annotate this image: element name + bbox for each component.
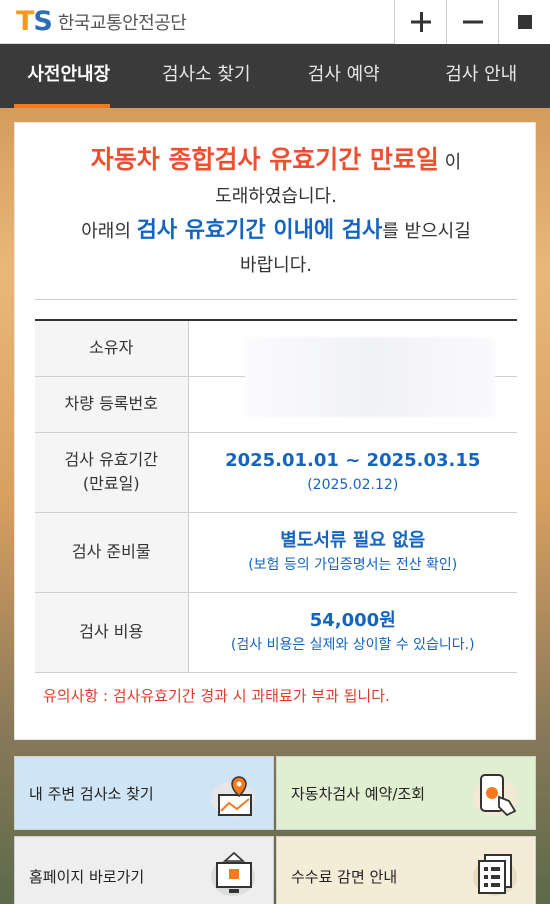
notice-message: 자동차 종합검사 유효기간 만료일 이 도래하였습니다. 아래의 검사 유효기간… xyxy=(15,143,537,283)
prep-main: 별도서류 필요 없음 xyxy=(280,530,426,551)
notice-card: 자동차 종합검사 유효기간 만료일 이 도래하였습니다. 아래의 검사 유효기간… xyxy=(14,122,536,740)
tab-reservation[interactable]: 검사 예약 xyxy=(275,44,413,108)
table-row: 검사 준비물 별도서류 필요 없음 (보험 등의 가입증명서는 전산 확인) xyxy=(35,512,517,593)
tile-label: 내 주변 검사소 찾기 xyxy=(29,784,154,803)
table-row: 검사 비용 54,000원 (검사 비용은 실제와 상이할 수 있습니다.) xyxy=(35,592,517,673)
validity-label: 검사 유효기간 (만료일) xyxy=(35,432,189,513)
stop-button[interactable] xyxy=(498,0,550,44)
fee-label: 검사 비용 xyxy=(35,592,189,673)
prep-label: 검사 준비물 xyxy=(35,512,189,593)
fee-sub: (검사 비용은 실제와 상이할 수 있습니다.) xyxy=(230,637,475,653)
divider xyxy=(35,299,517,300)
notice-text: 도래하였습니다. xyxy=(215,186,337,207)
prep-value: 별도서류 필요 없음 (보험 등의 가입증명서는 전산 확인) xyxy=(188,512,517,593)
top-bar: TS 한국교통안전공단 xyxy=(0,0,550,44)
notice-text: 를 받으시길 xyxy=(382,221,471,242)
window-controls xyxy=(394,0,550,44)
tab-find-station[interactable]: 검사소 찾기 xyxy=(138,44,276,108)
redacted-personal-info xyxy=(245,337,495,417)
validity-label-line: (만료일) xyxy=(82,474,140,493)
logo[interactable]: TS 한국교통안전공단 xyxy=(0,0,187,44)
fee-discount-guide-button[interactable]: 수수료 감면 안내 xyxy=(276,836,536,904)
prep-sub: (보험 등의 가입증명서는 전산 확인) xyxy=(248,557,458,573)
square-icon xyxy=(517,15,532,29)
tile-label: 자동차검사 예약/조회 xyxy=(291,784,426,803)
notice-text: 바랍니다. xyxy=(240,255,312,276)
zoom-out-button[interactable] xyxy=(446,0,498,44)
table-row: 검사 유효기간 (만료일) 2025.01.01 ~ 2025.03.15 (2… xyxy=(35,432,517,513)
map-pin-icon xyxy=(211,776,255,817)
validity-range: 2025.01.01 ~ 2025.03.15 xyxy=(225,450,481,471)
tab-inspection-guide[interactable]: 검사 안내 xyxy=(413,44,550,108)
plus-icon xyxy=(410,12,431,32)
fee-main: 54,000원 xyxy=(309,610,396,631)
tab-preview-notice[interactable]: 사전안내장 xyxy=(0,44,138,108)
zoom-in-button[interactable] xyxy=(394,0,446,44)
homepage-link-button[interactable]: 홈페이지 바로가기 xyxy=(14,836,274,904)
plate-label: 차량 등록번호 xyxy=(35,376,189,433)
inspection-reservation-button[interactable]: 자동차검사 예약/조회 xyxy=(276,756,536,830)
warning-text: 유의사항 : 검사유효기간 경과 시 과태료가 부과 됩니다. xyxy=(43,687,390,705)
logo-mark: TS xyxy=(16,6,53,37)
validity-value: 2025.01.01 ~ 2025.03.15 (2025.02.12) xyxy=(188,432,517,513)
main-nav: 사전안내장 검사소 찾기 검사 예약 검사 안내 xyxy=(0,44,550,108)
validity-expiry: (2025.02.12) xyxy=(307,477,399,493)
org-name: 한국교통안전공단 xyxy=(57,12,187,34)
validity-label-line: 검사 유효기간 xyxy=(64,450,158,469)
fee-value: 54,000원 (검사 비용은 실제와 상이할 수 있습니다.) xyxy=(188,592,517,673)
documents-icon xyxy=(473,854,517,896)
notice-expiry-highlight: 자동차 종합검사 유효기간 만료일 xyxy=(90,145,439,174)
notice-inspection-highlight: 검사 유효기간 이내에 검사 xyxy=(136,218,383,243)
notice-text: 아래의 xyxy=(81,221,137,242)
tile-label: 수수료 감면 안내 xyxy=(291,867,398,886)
minus-icon xyxy=(462,20,483,24)
notice-text: 이 xyxy=(438,152,462,173)
tile-label: 홈페이지 바로가기 xyxy=(29,867,145,886)
monitor-home-icon xyxy=(211,851,255,896)
owner-label: 소유자 xyxy=(35,320,189,377)
find-nearby-station-button[interactable]: 내 주변 검사소 찾기 xyxy=(14,756,274,830)
phone-touch-icon xyxy=(473,774,517,817)
